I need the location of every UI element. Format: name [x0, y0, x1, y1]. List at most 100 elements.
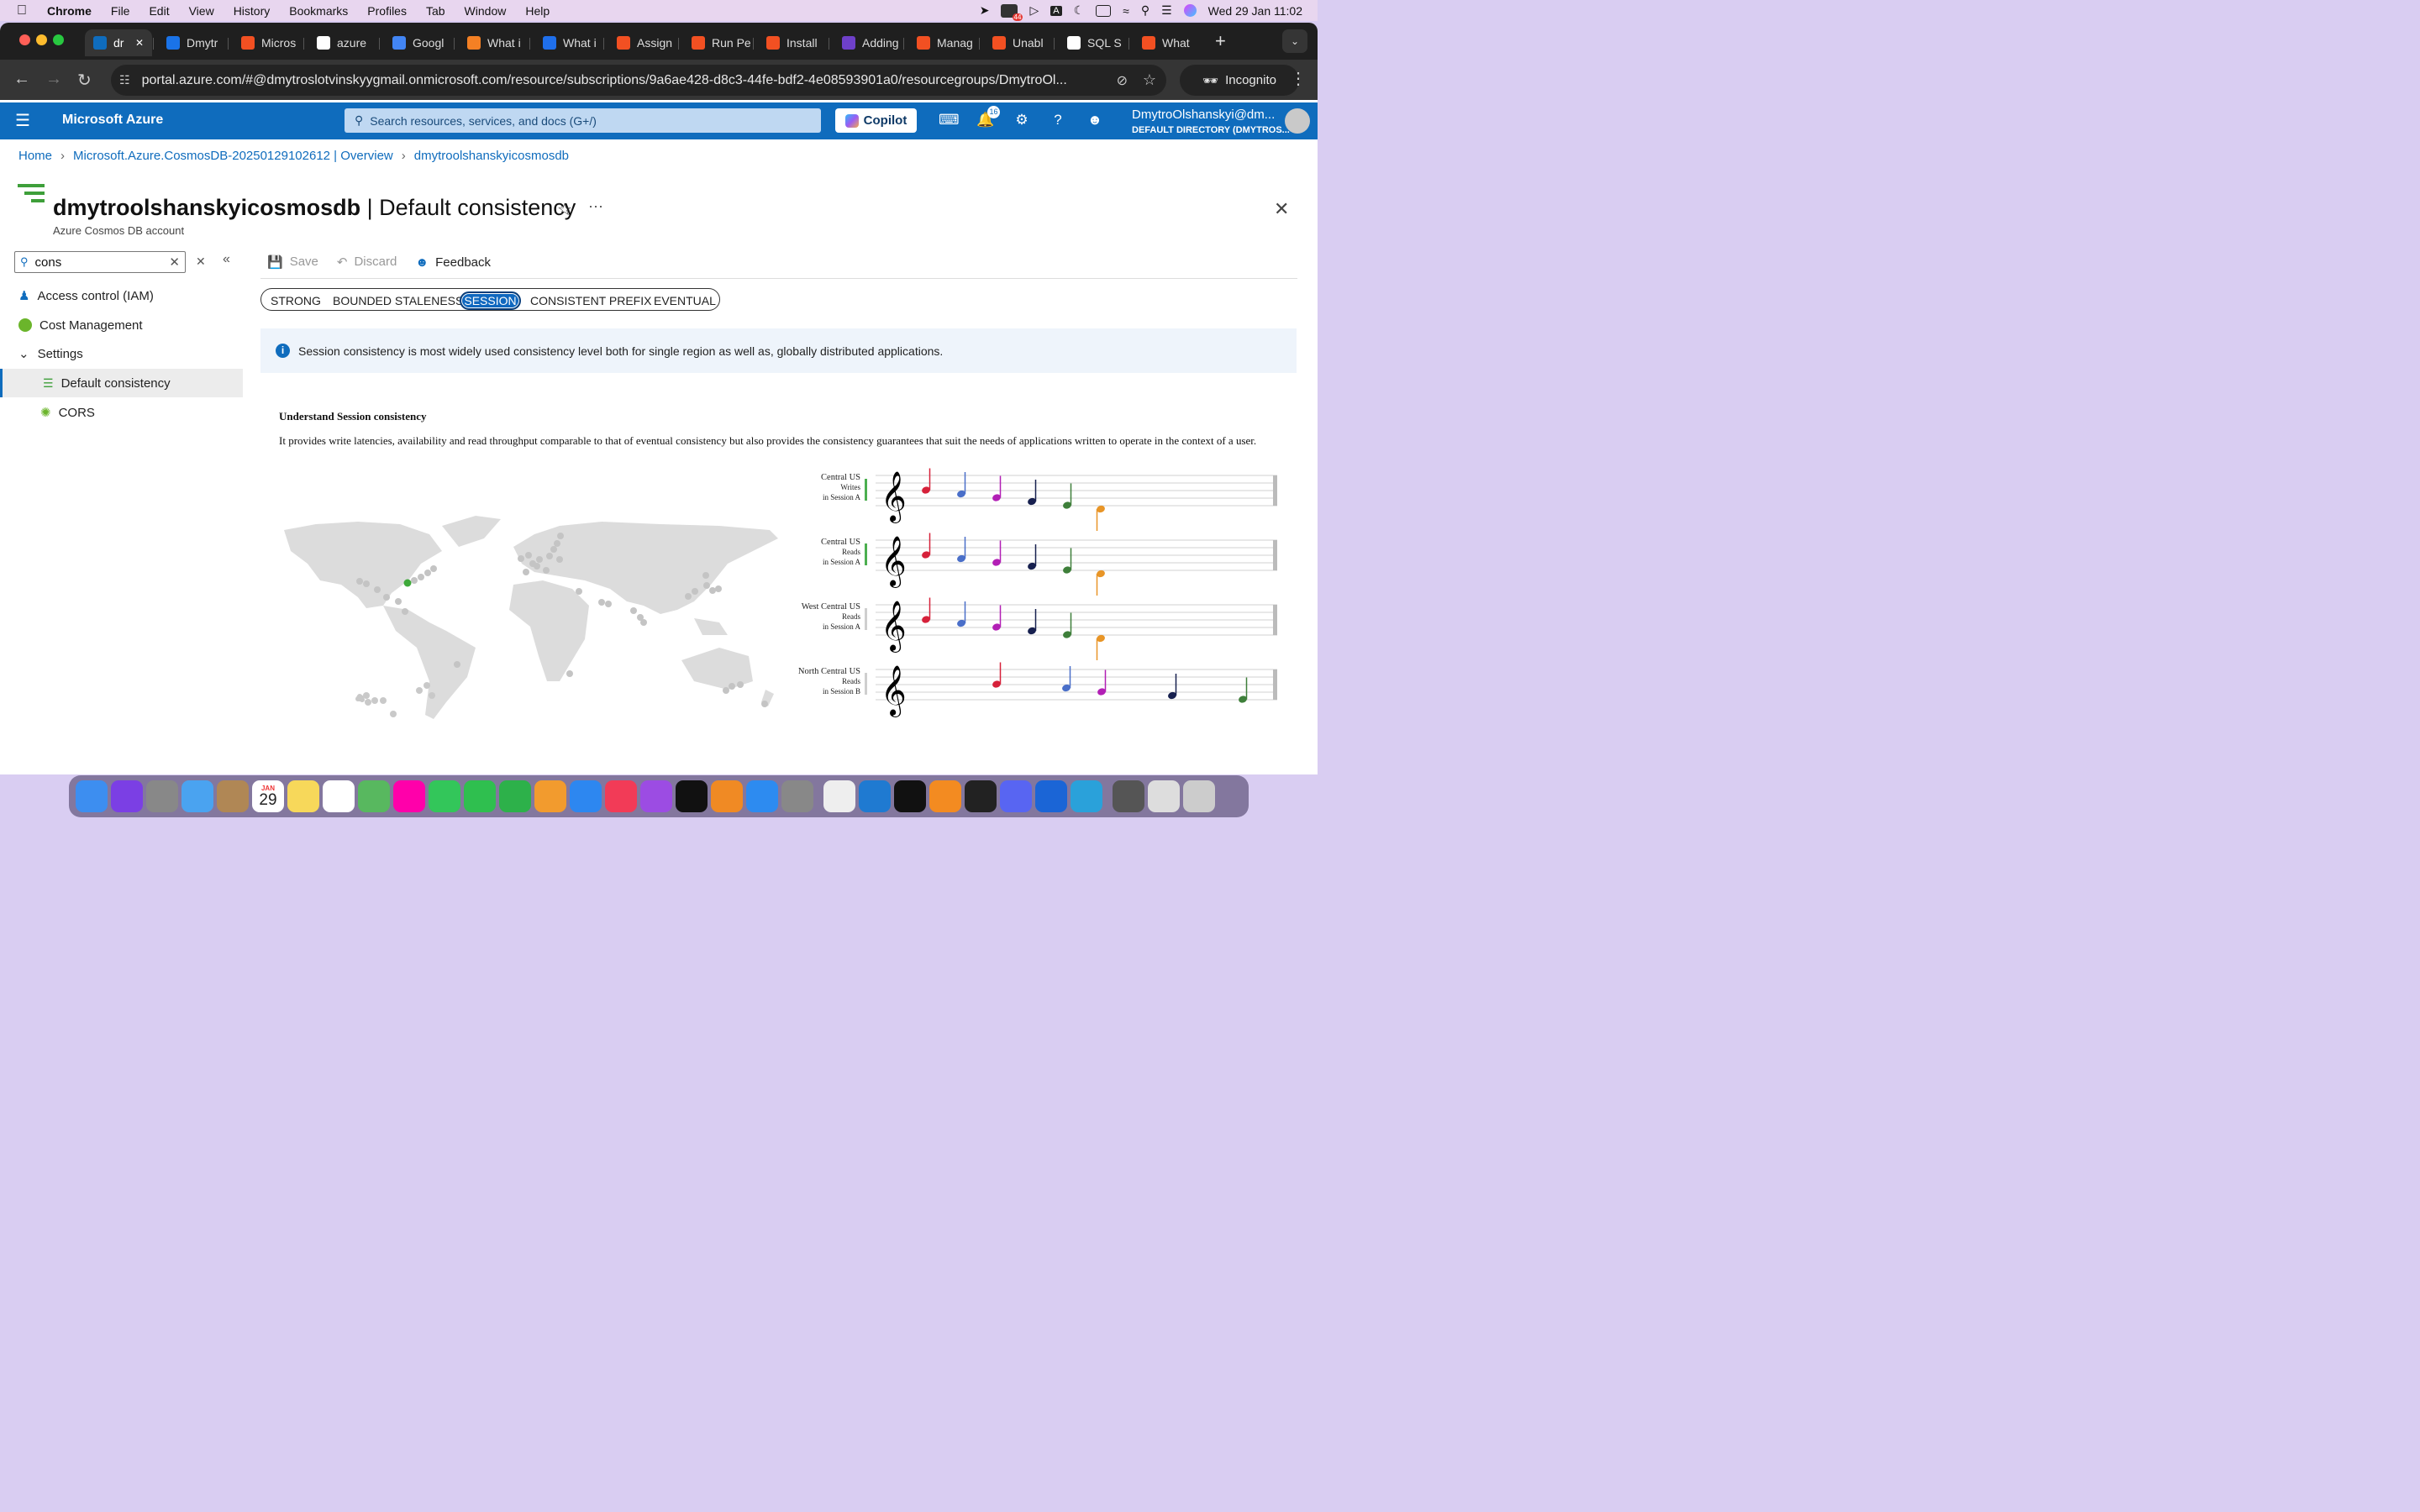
play-icon[interactable]: ▷ [1029, 3, 1039, 18]
notes-icon[interactable] [287, 780, 319, 812]
menu-bookmarks[interactable]: Bookmarks [289, 4, 348, 18]
bell-icon[interactable]: 🔔 16 [976, 106, 1000, 129]
vscode-icon[interactable] [859, 780, 891, 812]
window-preview-icon[interactable] [1113, 780, 1144, 812]
teamviewer-icon[interactable] [1035, 780, 1067, 812]
siri-icon[interactable] [111, 780, 143, 812]
browser-tab[interactable]: SQL S [1059, 29, 1126, 56]
trash-icon[interactable] [1183, 780, 1215, 812]
menu-app-chrome[interactable]: Chrome [47, 4, 92, 18]
contacts-icon[interactable] [217, 780, 249, 812]
favorite-star-icon[interactable]: ☆ [557, 199, 572, 220]
breadcrumb-deployment[interactable]: Microsoft.Azure.CosmosDB-20250129102612 … [73, 149, 393, 163]
site-info-icon[interactable]: ☷ [119, 73, 130, 87]
breadcrumb-home[interactable]: Home [18, 149, 52, 163]
close-tab-icon[interactable]: ✕ [135, 37, 144, 49]
avatar[interactable] [1285, 108, 1310, 134]
more-options-icon[interactable]: ⋯ [588, 198, 603, 216]
reload-icon[interactable]: ↻ [77, 70, 92, 91]
appletv-icon[interactable] [676, 780, 708, 812]
menu-view[interactable]: View [189, 4, 214, 18]
eye-off-icon[interactable]: ⊘ [1117, 72, 1128, 89]
control-center-icon[interactable]: ☰ [1161, 3, 1172, 18]
level-bounded-staleness[interactable]: BOUNDED STALENESS [333, 290, 463, 312]
browser-tab[interactable]: Adding [834, 29, 901, 56]
finder-icon[interactable] [76, 780, 108, 812]
feedback-button[interactable]: ☻ Feedback [415, 255, 491, 270]
url-field[interactable]: ☷ portal.azure.com/#@dmytroslotvinskyygm… [111, 65, 1166, 96]
sidebar-item-settings[interactable]: ⌄ Settings [0, 339, 243, 368]
appstore-icon[interactable] [746, 780, 778, 812]
music-icon[interactable] [605, 780, 637, 812]
browser-tab[interactable]: dr ✕ [85, 29, 152, 56]
copilot-button[interactable]: Copilot [835, 108, 917, 133]
apple-icon[interactable]:  [17, 3, 27, 18]
mail-icon[interactable] [182, 780, 213, 812]
browser-tab[interactable]: Micros [233, 29, 300, 56]
pages-icon[interactable] [534, 780, 566, 812]
notification-status-icon[interactable]: 44 [1001, 3, 1023, 21]
browser-tab[interactable]: Unabl [984, 29, 1051, 56]
window-preview-icon[interactable] [1148, 780, 1180, 812]
menu-window[interactable]: Window [465, 4, 507, 18]
menu-profiles[interactable]: Profiles [367, 4, 407, 18]
podcasts-icon[interactable] [640, 780, 672, 812]
keynote-icon[interactable] [570, 780, 602, 812]
user-name[interactable]: DmytroOlshanskyi@dm... [1132, 108, 1275, 122]
help-icon[interactable]: ? [1049, 111, 1067, 129]
cloud-shell-icon[interactable]: ⌨ [939, 111, 960, 129]
tab-search-icon[interactable]: ⌄ [1282, 29, 1307, 53]
sublime-icon[interactable] [929, 780, 961, 812]
battery-icon[interactable] [1096, 4, 1112, 17]
close-window-button[interactable] [19, 34, 30, 45]
browser-tab[interactable]: Dmytr [158, 29, 225, 56]
facetime-icon[interactable] [464, 780, 496, 812]
activity-monitor-icon[interactable] [965, 780, 997, 812]
incognito-button[interactable]: 🕶 Incognito [1180, 65, 1299, 96]
gear-icon[interactable]: ⚙ [1013, 111, 1031, 129]
breadcrumb-account[interactable]: dmytroolshanskyicosmosdb [414, 149, 569, 163]
reminders-icon[interactable] [323, 780, 355, 812]
browser-tab[interactable]: What i [534, 29, 602, 56]
browser-tab[interactable]: Run Pe [683, 29, 750, 56]
menu-edit[interactable]: Edit [149, 4, 169, 18]
location-icon[interactable]: ➤ [980, 3, 990, 18]
menu-history[interactable]: History [234, 4, 271, 18]
siri-icon[interactable] [1183, 4, 1197, 17]
close-icon[interactable]: ✕ [1274, 198, 1289, 220]
collapse-sidebar-icon[interactable]: « [223, 252, 230, 267]
menu-tab[interactable]: Tab [426, 4, 445, 18]
browser-tab[interactable]: Install [758, 29, 825, 56]
menu-file[interactable]: File [111, 4, 130, 18]
chrome-icon[interactable] [823, 780, 855, 812]
level-session[interactable]: SESSION [460, 291, 521, 310]
new-tab-icon[interactable]: + [1215, 30, 1226, 52]
azure-brand[interactable]: Microsoft Azure [62, 113, 163, 128]
system-settings-icon[interactable] [781, 780, 813, 812]
maximize-window-button[interactable] [53, 34, 64, 45]
photos-icon[interactable] [393, 780, 425, 812]
calendar-icon[interactable]: JAN 29 [252, 780, 284, 812]
moon-icon[interactable]: ☾ [1074, 3, 1085, 18]
browser-tab[interactable]: Googl [384, 29, 451, 56]
user-directory[interactable]: DEFAULT DIRECTORY (DMYTROS... [1132, 125, 1290, 135]
sidebar-search-input[interactable]: ⚲ cons ✕ [14, 251, 186, 273]
forward-icon[interactable]: → [45, 70, 62, 89]
keyboard-a-icon[interactable]: A [1050, 5, 1062, 16]
browser-tab[interactable]: Manag [908, 29, 976, 56]
browser-tab[interactable]: What [1134, 29, 1201, 56]
minimize-window-button[interactable] [36, 34, 47, 45]
back-icon[interactable]: ← [13, 70, 30, 89]
numbers-icon[interactable] [499, 780, 531, 812]
level-consistent-prefix[interactable]: CONSISTENT PREFIX [530, 290, 651, 312]
level-strong[interactable]: STRONG [271, 290, 321, 312]
sidebar-item-default-consistency[interactable]: ☰ Default consistency [0, 369, 243, 397]
menu-kebab-icon[interactable]: ⋮ [1290, 68, 1307, 89]
bookmark-star-icon[interactable]: ☆ [1143, 71, 1156, 89]
search-icon[interactable]: ⚲ [1141, 3, 1150, 18]
browser-tab[interactable]: azure [308, 29, 376, 56]
menu-help[interactable]: Help [525, 4, 550, 18]
discord-icon[interactable] [1000, 780, 1032, 812]
books-icon[interactable] [711, 780, 743, 812]
feedback-icon[interactable]: ☻ [1086, 111, 1104, 129]
